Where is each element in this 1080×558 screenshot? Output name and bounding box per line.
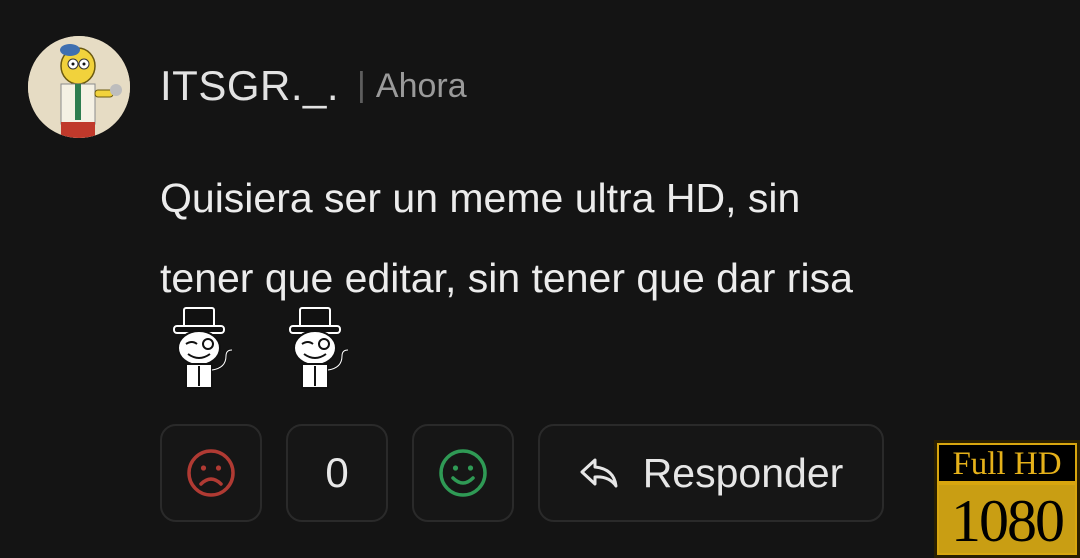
header-separator: | bbox=[357, 65, 366, 104]
feel-like-a-sir-emote bbox=[173, 307, 233, 389]
full-hd-watermark: Full HD 1080 bbox=[934, 440, 1080, 558]
avatar[interactable] bbox=[28, 36, 130, 138]
username[interactable]: ITSGR._. bbox=[160, 62, 339, 110]
watermark-top-text: Full HD bbox=[939, 445, 1075, 482]
reply-arrow-icon bbox=[579, 456, 619, 490]
feel-like-a-sir-emote bbox=[289, 307, 349, 389]
reply-label: Responder bbox=[642, 449, 844, 496]
reply-button[interactable]: Responder bbox=[538, 424, 884, 522]
like-button[interactable] bbox=[412, 424, 514, 522]
comment-text-line: Quisiera ser un meme ultra HD, sin bbox=[160, 175, 801, 221]
comment-header: ITSGR._. | Ahora bbox=[160, 58, 467, 114]
sad-face-icon bbox=[186, 448, 236, 498]
dislike-button[interactable] bbox=[160, 424, 262, 522]
happy-face-icon bbox=[438, 448, 488, 498]
watermark-bottom-text: 1080 bbox=[939, 485, 1075, 554]
comment-text: Quisiera ser un meme ultra HD, sin tener… bbox=[160, 158, 1060, 318]
timestamp: Ahora bbox=[375, 66, 467, 105]
emote-row bbox=[166, 306, 356, 390]
comment-actions: 0 Responder bbox=[160, 424, 884, 522]
vote-count: 0 bbox=[286, 424, 388, 522]
comment-card: ITSGR._. | Ahora Quisiera ser un meme ul… bbox=[0, 0, 1080, 558]
avatar-image bbox=[28, 36, 130, 138]
